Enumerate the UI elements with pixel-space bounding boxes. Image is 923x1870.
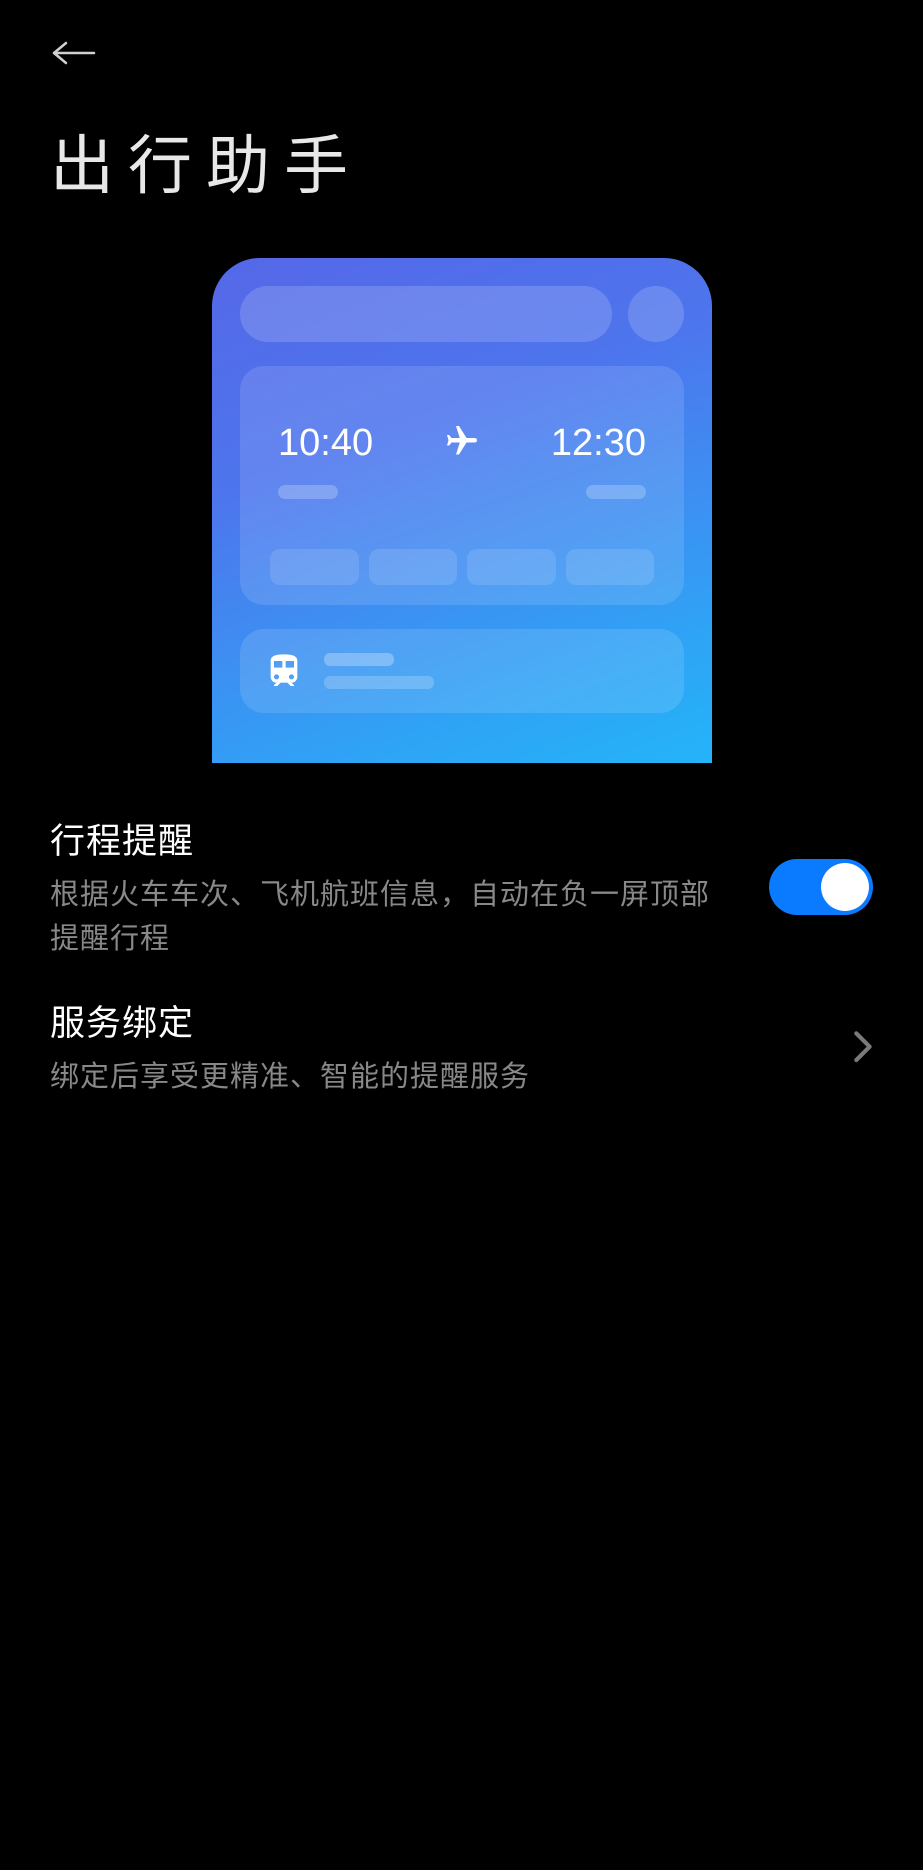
preview-info-item <box>566 549 655 585</box>
preview-label-bar <box>278 485 338 499</box>
preview-search-bar <box>240 286 612 342</box>
preview-flight-info <box>270 549 654 585</box>
trip-reminder-title: 行程提醒 <box>50 813 729 864</box>
page-title: 出行助手 <box>50 115 362 207</box>
preview-flight-card: 10:40 12:30 <box>240 366 684 605</box>
preview-info-item <box>270 549 359 585</box>
preview-search-row <box>240 286 684 342</box>
preview-illustration: 10:40 12:30 <box>212 258 712 763</box>
preview-label-bar <box>586 485 646 499</box>
preview-train-bar <box>324 653 394 666</box>
service-binding-text: 服务绑定 绑定后享受更精准、智能的提醒服务 <box>50 995 853 1100</box>
service-binding-description: 绑定后享受更精准、智能的提醒服务 <box>50 1056 813 1100</box>
preview-departure-time: 10:40 <box>278 422 373 465</box>
airplane-icon <box>444 423 480 464</box>
preview-train-card <box>240 629 684 713</box>
preview-arrival-time: 12:30 <box>551 422 646 465</box>
trip-reminder-description: 根据火车车次、飞机航班信息，自动在负一屏顶部提醒行程 <box>50 874 729 961</box>
trip-reminder-text: 行程提醒 根据火车车次、飞机航班信息，自动在负一屏顶部提醒行程 <box>50 813 769 961</box>
preview-info-item <box>467 549 556 585</box>
back-button[interactable] <box>50 35 100 70</box>
preview-train-info <box>324 653 434 689</box>
preview-info-item <box>369 549 458 585</box>
back-arrow-icon <box>50 38 98 68</box>
preview-train-bar <box>324 676 434 689</box>
trip-reminder-toggle[interactable] <box>769 859 873 915</box>
preview-flight-labels <box>270 485 654 499</box>
preview-avatar-dot <box>628 286 684 342</box>
toggle-thumb <box>821 863 869 911</box>
chevron-right-icon <box>853 1030 873 1064</box>
train-icon <box>264 651 304 691</box>
preview-flight-times: 10:40 12:30 <box>270 422 654 465</box>
trip-reminder-setting: 行程提醒 根据火车车次、飞机航班信息，自动在负一屏顶部提醒行程 <box>50 813 873 961</box>
service-binding-title: 服务绑定 <box>50 995 813 1046</box>
service-binding-setting[interactable]: 服务绑定 绑定后享受更精准、智能的提醒服务 <box>50 995 873 1100</box>
